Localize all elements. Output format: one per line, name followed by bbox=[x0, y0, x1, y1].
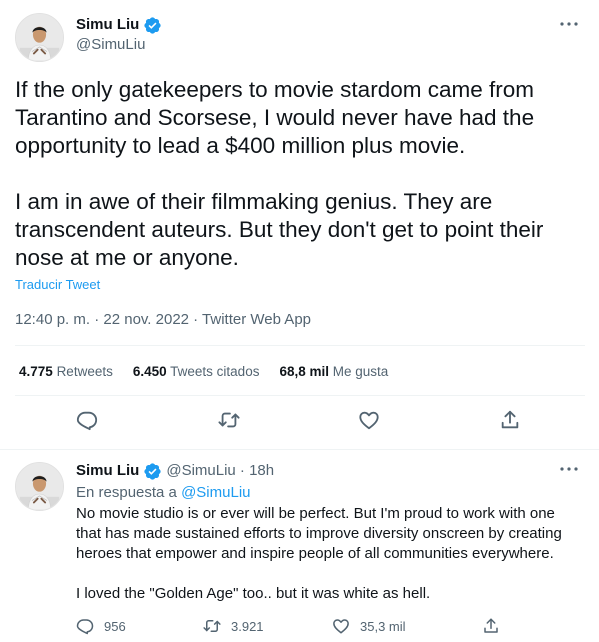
replies-count: 956 bbox=[104, 618, 126, 634]
more-options-icon[interactable] bbox=[557, 14, 581, 34]
reply-text: No movie studio is or ever will be perfe… bbox=[76, 505, 562, 602]
main-tweet: Simu Liu @SimuLiu If the only gatekeeper… bbox=[0, 0, 599, 450]
avatar-photo bbox=[16, 14, 63, 61]
reply-actions: 956 3.921 35,3 mil bbox=[76, 617, 581, 637]
replying-to-prefix: En respuesta a bbox=[76, 484, 182, 501]
reply-icon[interactable] bbox=[76, 409, 98, 431]
author-name-label: Simu Liu bbox=[76, 16, 140, 33]
like-icon bbox=[333, 619, 349, 634]
author-name[interactable]: Simu Liu bbox=[76, 15, 162, 35]
divider bbox=[0, 449, 599, 450]
reply-likes-count: 35,3 mil bbox=[360, 618, 406, 634]
tweet-stats: 4.775 Retweets 6.450 Tweets citados 68,8… bbox=[19, 363, 408, 381]
reply-author-handle[interactable]: @SimuLiu · 18h bbox=[166, 461, 274, 481]
tweet-timestamp[interactable]: 12:40 p. m. · 22 nov. 2022 · Twitter Web… bbox=[15, 310, 311, 330]
likes-count: 68,8 mil bbox=[279, 364, 329, 379]
share-icon[interactable] bbox=[499, 409, 521, 431]
reply-reply-button[interactable]: 956 bbox=[76, 617, 126, 635]
reply-author-name[interactable]: Simu Liu bbox=[76, 461, 162, 481]
quotes-count: 6.450 bbox=[132, 364, 167, 379]
verified-badge-icon bbox=[144, 462, 161, 480]
likes-stat[interactable]: 68,8 mil Me gusta bbox=[279, 363, 388, 381]
retweets-stat[interactable]: 4.775 Retweets bbox=[19, 363, 113, 381]
tweet-actions bbox=[0, 409, 599, 435]
share-icon bbox=[484, 618, 498, 633]
retweet-icon bbox=[203, 620, 221, 632]
avatar-photo bbox=[16, 463, 63, 510]
more-options-icon[interactable] bbox=[557, 459, 581, 479]
replying-to: En respuesta a @SimuLiu bbox=[76, 483, 251, 503]
tweet-text: If the only gatekeepers to movie stardom… bbox=[15, 77, 544, 270]
avatar[interactable] bbox=[15, 13, 64, 62]
likes-label: Me gusta bbox=[332, 364, 389, 379]
divider bbox=[15, 395, 585, 396]
reply-icon bbox=[76, 619, 94, 635]
quotes-label: Tweets citados bbox=[170, 364, 260, 379]
reply-author-name-label: Simu Liu bbox=[76, 462, 140, 479]
reply-tweet[interactable]: Simu Liu @SimuLiu · 18h En respuesta a @… bbox=[0, 451, 599, 642]
reply-retweet-button[interactable]: 3.921 bbox=[203, 617, 264, 635]
retweets-label: Retweets bbox=[56, 364, 113, 379]
reply-like-button[interactable]: 35,3 mil bbox=[332, 617, 406, 635]
author-block: Simu Liu @SimuLiu bbox=[76, 15, 162, 55]
avatar[interactable] bbox=[15, 462, 64, 511]
translate-tweet-link[interactable]: Traducir Tweet bbox=[15, 277, 100, 292]
verified-badge-icon bbox=[144, 16, 161, 34]
quotes-stat[interactable]: 6.450 Tweets citados bbox=[133, 363, 260, 381]
reply-share-button[interactable] bbox=[482, 617, 510, 635]
replying-to-handle-link[interactable]: @SimuLiu bbox=[181, 484, 250, 501]
retweets-count: 4.775 bbox=[19, 364, 53, 379]
reply-author-block: Simu Liu @SimuLiu · 18h bbox=[76, 461, 274, 481]
reply-retweets-count: 3.921 bbox=[231, 618, 264, 634]
like-icon[interactable] bbox=[358, 409, 380, 431]
divider bbox=[15, 345, 585, 346]
author-handle[interactable]: @SimuLiu bbox=[76, 35, 162, 55]
retweet-icon[interactable] bbox=[218, 409, 240, 431]
